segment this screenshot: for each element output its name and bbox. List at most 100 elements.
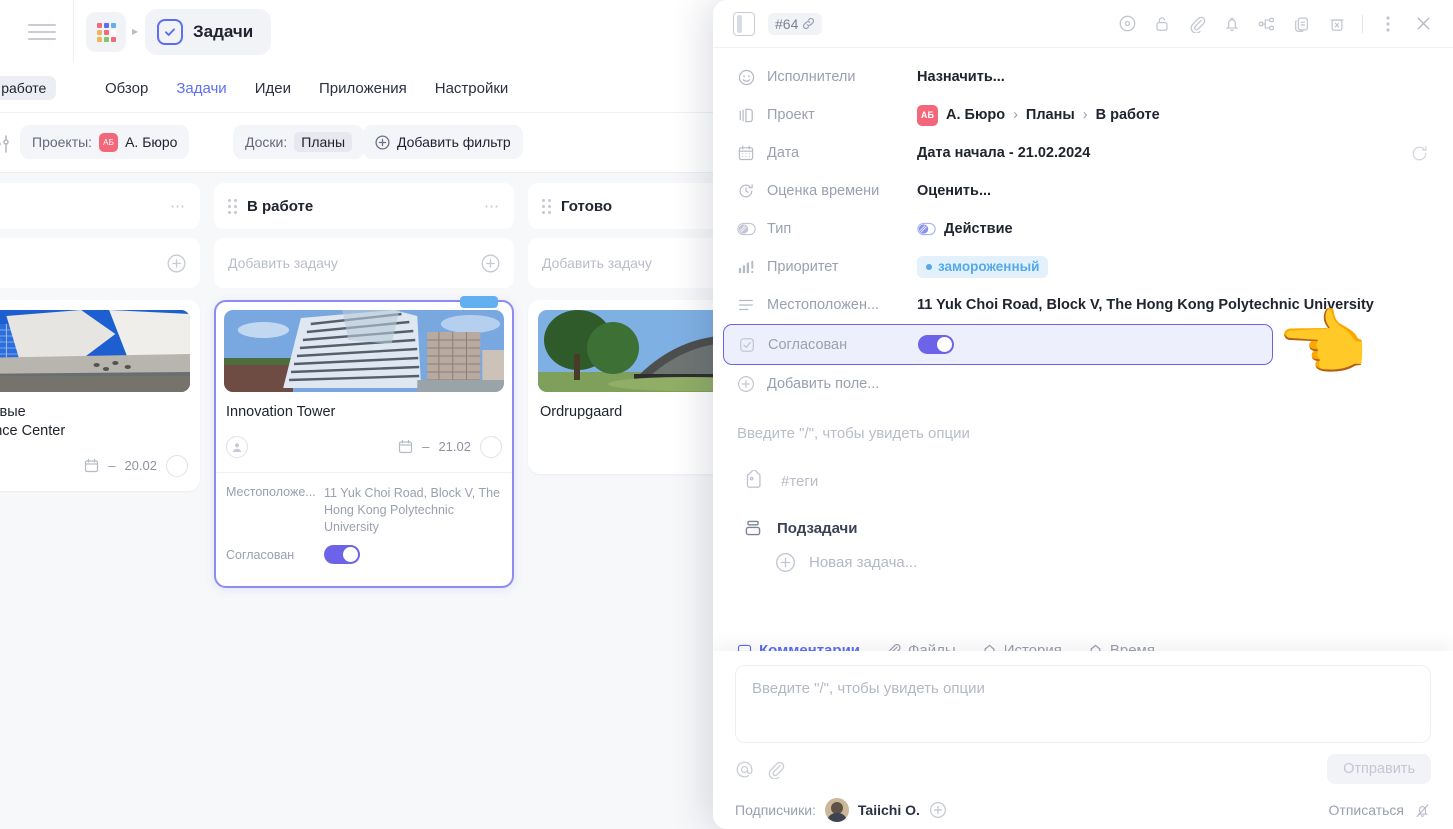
plus-circle-icon[interactable] bbox=[775, 552, 796, 573]
nav-item-ideas[interactable]: Идеи bbox=[255, 80, 291, 97]
filter-sliders-icon[interactable] bbox=[0, 133, 14, 155]
field-row-type[interactable]: Тип Действие bbox=[713, 210, 1453, 248]
time-estimate-icon bbox=[735, 182, 757, 200]
approved-toggle[interactable] bbox=[324, 545, 360, 565]
add-filter-button[interactable]: Добавить фильтр bbox=[363, 125, 523, 159]
card-date-dash: – bbox=[108, 458, 116, 474]
field-value-type[interactable]: Действие bbox=[917, 221, 1013, 237]
card-field-location[interactable]: Местоположе... 11 Yuk Choi Road, Block V… bbox=[226, 485, 502, 536]
kanban-card-selected[interactable]: Innovation Tower – 21.02 Местоположе... … bbox=[214, 296, 514, 589]
unsubscribe-button[interactable]: Отписаться bbox=[1329, 802, 1431, 819]
card-meta-right: – 21.02 bbox=[398, 435, 502, 458]
add-subscriber-icon[interactable] bbox=[929, 801, 947, 819]
calendar-icon[interactable] bbox=[398, 439, 413, 454]
nav-item-tasks[interactable]: Задачи bbox=[176, 80, 226, 97]
subscribers-row: Подписчики: Taiichi O. Отписаться bbox=[735, 798, 1431, 822]
subtask-new-row[interactable]: Новая задача... bbox=[713, 538, 1453, 573]
paperclip-icon[interactable] bbox=[766, 760, 785, 779]
nav-item-apps[interactable]: Приложения bbox=[319, 80, 407, 97]
breadcrumb-tasks-label: Задачи bbox=[193, 22, 254, 41]
tags-row[interactable]: #теги bbox=[713, 442, 1453, 492]
card-status-circle[interactable] bbox=[166, 454, 188, 477]
more-horizontal-icon[interactable]: ⋯ bbox=[484, 197, 500, 215]
field-row-approved[interactable]: Согласован bbox=[723, 324, 1273, 365]
add-task-input[interactable]: Добавить задачу bbox=[214, 238, 514, 288]
description-placeholder[interactable]: Введите "/", чтобы увидеть опции bbox=[713, 403, 1453, 442]
subtask-new-placeholder: Новая задача... bbox=[809, 554, 918, 571]
add-task-input[interactable]: ачу bbox=[0, 238, 200, 288]
app-window: во ▸ Задачи В работе Обзор bbox=[0, 0, 740, 829]
field-row-priority[interactable]: Приоритет замороженный bbox=[713, 248, 1453, 286]
field-value-assignees[interactable]: Назначить... bbox=[917, 69, 1005, 85]
more-vertical-icon[interactable] bbox=[1378, 14, 1398, 34]
drag-handle-icon[interactable] bbox=[228, 198, 237, 214]
breadcrumb-part[interactable]: В работе bbox=[1096, 107, 1160, 123]
recurrence-icon[interactable] bbox=[1410, 144, 1429, 163]
paperclip-icon[interactable] bbox=[1187, 14, 1207, 34]
approved-toggle[interactable] bbox=[918, 335, 954, 354]
panel-layout-icon[interactable] bbox=[733, 11, 755, 36]
field-value-date[interactable]: Дата начала - 21.02.2024 bbox=[917, 145, 1090, 161]
lock-icon[interactable] bbox=[1152, 14, 1172, 34]
calendar-icon[interactable] bbox=[84, 458, 99, 473]
detail-header: #64 bbox=[713, 0, 1453, 48]
link-icon[interactable] bbox=[802, 17, 815, 30]
nav-item-overview[interactable]: Обзор bbox=[105, 80, 148, 97]
project-icon bbox=[735, 106, 757, 125]
avatar[interactable] bbox=[824, 798, 849, 822]
grid-icon[interactable] bbox=[86, 12, 126, 52]
add-task-placeholder: Добавить задачу bbox=[542, 255, 652, 271]
nav-context-chip[interactable]: В работе bbox=[0, 76, 57, 100]
task-id-pill[interactable]: #64 bbox=[768, 12, 823, 35]
trash-icon[interactable] bbox=[1327, 14, 1347, 34]
field-label: Местоположен... bbox=[767, 297, 880, 313]
filter-boards[interactable]: Доски: Планы bbox=[233, 125, 365, 159]
plus-circle-icon[interactable] bbox=[167, 254, 186, 273]
kanban-card[interactable]: Ordrupgaard bbox=[528, 300, 740, 474]
plus-circle-icon[interactable] bbox=[481, 254, 500, 273]
menu-icon[interactable] bbox=[28, 20, 56, 44]
bell-off-icon bbox=[1414, 802, 1431, 819]
nav-items: Обзор Задачи Идеи Приложения Настройки bbox=[105, 63, 508, 113]
tag-icon bbox=[743, 470, 765, 492]
tags-placeholder: #теги bbox=[781, 472, 819, 490]
pointing-hand-cursor: 👈 bbox=[1276, 302, 1369, 385]
breadcrumb-part[interactable]: Планы bbox=[1026, 107, 1075, 123]
field-row-time-estimate[interactable]: Оценка времени Оценить... bbox=[713, 172, 1453, 210]
field-value-time-estimate[interactable]: Оценить... bbox=[917, 183, 991, 199]
kanban-card[interactable]: ь маркетинговые Phaeno Science Center – … bbox=[0, 300, 200, 491]
column-header[interactable]: В работе ⋯ bbox=[214, 183, 514, 229]
more-horizontal-icon[interactable]: ⋯ bbox=[170, 197, 186, 215]
drag-handle-icon[interactable] bbox=[542, 198, 551, 214]
share-tree-icon[interactable] bbox=[1257, 14, 1277, 34]
breadcrumb-tasks[interactable]: Задачи bbox=[145, 9, 272, 55]
duplicate-icon[interactable] bbox=[1292, 14, 1312, 34]
card-image-ordrupgaard bbox=[538, 310, 740, 392]
breadcrumb-part[interactable]: А. Бюро bbox=[946, 107, 1005, 123]
comment-actions: Отправить bbox=[735, 754, 1431, 784]
mention-icon[interactable] bbox=[735, 760, 754, 779]
card-status-circle[interactable] bbox=[480, 435, 502, 458]
send-button[interactable]: Отправить bbox=[1327, 754, 1431, 784]
assignee-avatar-icon[interactable] bbox=[226, 435, 248, 458]
add-task-input[interactable]: Добавить задачу bbox=[528, 238, 740, 288]
column-header[interactable]: ⋯ bbox=[0, 183, 200, 229]
field-row-project[interactable]: Проект АБ А. Бюро › Планы › В работе bbox=[713, 96, 1453, 134]
card-field-approved[interactable]: Согласован bbox=[226, 545, 502, 565]
column-header[interactable]: Готово bbox=[528, 183, 740, 229]
bell-icon[interactable] bbox=[1222, 14, 1242, 34]
assignee-icon bbox=[735, 68, 757, 87]
eye-icon[interactable] bbox=[1117, 14, 1137, 34]
status-badge[interactable]: замороженный bbox=[917, 256, 1049, 278]
comment-input[interactable]: Введите "/", чтобы увидеть опции bbox=[735, 665, 1431, 743]
field-value-project[interactable]: АБ А. Бюро › Планы › В работе bbox=[917, 104, 1160, 126]
close-icon[interactable] bbox=[1413, 14, 1433, 34]
filter-projects[interactable]: Проекты: АБ А. Бюро bbox=[20, 125, 190, 159]
field-value-priority[interactable]: замороженный bbox=[917, 256, 1049, 278]
field-row-assignees[interactable]: Исполнители Назначить... bbox=[713, 58, 1453, 96]
badge-label: замороженный bbox=[938, 259, 1040, 274]
field-row-date[interactable]: Дата Дата начала - 21.02.2024 bbox=[713, 134, 1453, 172]
nav-item-settings[interactable]: Настройки bbox=[435, 80, 509, 97]
filter-bar: Проекты: АБ А. Бюро Доски: Планы Добавит… bbox=[0, 113, 740, 173]
kanban-board: ⋯ ачу bbox=[0, 173, 740, 829]
